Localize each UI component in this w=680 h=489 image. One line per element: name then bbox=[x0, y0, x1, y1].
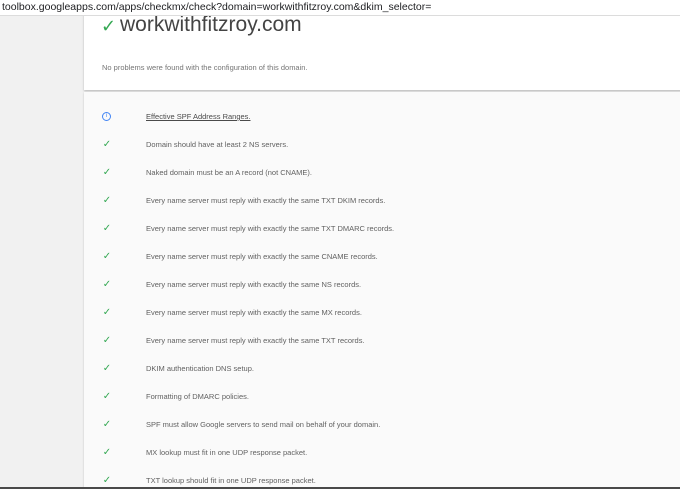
check-label: Domain should have at least 2 NS servers… bbox=[146, 140, 289, 149]
check-icon: ✓ bbox=[102, 307, 112, 318]
check-icon: ✓ bbox=[102, 391, 112, 402]
list-item: ✓ Every name server must reply with exac… bbox=[84, 278, 680, 298]
list-item: ✓ SPF must allow Google servers to send … bbox=[84, 418, 680, 438]
check-icon: ✓ bbox=[102, 139, 112, 150]
check-icon: ✓ bbox=[102, 419, 112, 430]
list-item: ✓ MX lookup must fit in one UDP response… bbox=[84, 446, 680, 466]
check-label: SPF must allow Google servers to send ma… bbox=[146, 420, 381, 429]
list-item: ✓ Every name server must reply with exac… bbox=[84, 194, 680, 214]
check-icon: ✓ bbox=[102, 223, 112, 234]
list-item: ✓ Domain should have at least 2 NS serve… bbox=[84, 138, 680, 158]
check-label: TXT lookup should fit in one UDP respons… bbox=[146, 476, 316, 485]
list-item: ✓ Formatting of DMARC policies. bbox=[84, 390, 680, 410]
check-icon: ✓ bbox=[102, 363, 112, 374]
list-item: ✓ Every name server must reply with exac… bbox=[84, 334, 680, 354]
summary-card: ✓ workwithfitzroy.com No problems were f… bbox=[84, 16, 680, 90]
check-label: Every name server must reply with exactl… bbox=[146, 308, 362, 317]
url-text[interactable]: toolbox.googleapps.com/apps/checkmx/chec… bbox=[2, 1, 431, 13]
browser-address-bar[interactable]: toolbox.googleapps.com/apps/checkmx/chec… bbox=[0, 0, 680, 16]
check-icon: ✓ bbox=[102, 195, 112, 206]
check-icon: ✓ bbox=[101, 16, 117, 36]
checks-list: i Effective SPF Address Ranges. ✓ Domain… bbox=[84, 92, 680, 489]
check-label: Every name server must reply with exactl… bbox=[146, 196, 386, 205]
page-viewport: ✓ workwithfitzroy.com No problems were f… bbox=[0, 16, 680, 489]
list-item: ✓ Every name server must reply with exac… bbox=[84, 306, 680, 326]
check-icon: ✓ bbox=[102, 335, 112, 346]
check-label: Every name server must reply with exactl… bbox=[146, 336, 365, 345]
check-label: MX lookup must fit in one UDP response p… bbox=[146, 448, 308, 457]
check-icon: ✓ bbox=[102, 251, 112, 262]
check-icon: ✓ bbox=[102, 279, 112, 290]
list-item: i Effective SPF Address Ranges. bbox=[84, 110, 680, 130]
list-item: ✓ Every name server must reply with exac… bbox=[84, 250, 680, 270]
check-icon: ✓ bbox=[102, 447, 112, 458]
list-item: ✓ Naked domain must be an A record (not … bbox=[84, 166, 680, 186]
check-label: Naked domain must be an A record (not CN… bbox=[146, 168, 312, 177]
check-label: Every name server must reply with exactl… bbox=[146, 280, 362, 289]
list-item: ✓ Every name server must reply with exac… bbox=[84, 222, 680, 242]
check-icon: ✓ bbox=[102, 475, 112, 486]
check-label: Every name server must reply with exactl… bbox=[146, 252, 378, 261]
list-item: ✓ DKIM authentication DNS setup. bbox=[84, 362, 680, 382]
status-text: No problems were found with the configur… bbox=[102, 63, 308, 72]
check-label: DKIM authentication DNS setup. bbox=[146, 364, 254, 373]
info-icon[interactable]: i bbox=[102, 112, 111, 121]
domain-title: workwithfitzroy.com bbox=[120, 16, 302, 36]
check-label: Formatting of DMARC policies. bbox=[146, 392, 249, 401]
spf-ranges-link[interactable]: Effective SPF Address Ranges. bbox=[146, 111, 251, 123]
check-icon: ✓ bbox=[102, 167, 112, 178]
check-label: Every name server must reply with exactl… bbox=[146, 224, 395, 233]
